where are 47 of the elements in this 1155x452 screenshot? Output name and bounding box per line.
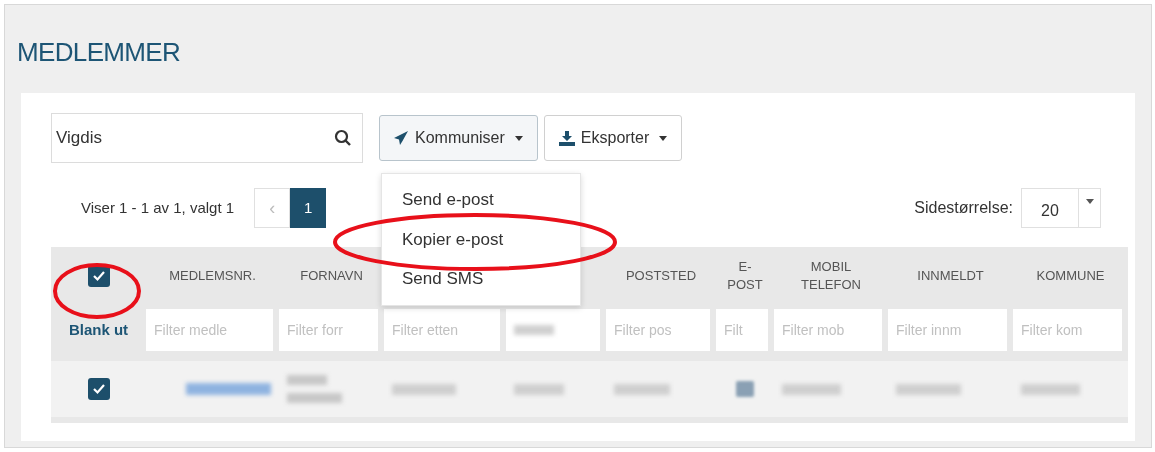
- search-value: Vigdis: [56, 127, 102, 150]
- filter-field[interactable]: Filter innm: [888, 309, 1007, 351]
- checkbox[interactable]: [87, 378, 110, 400]
- page-size-select[interactable]: 20: [1021, 188, 1101, 228]
- redacted-text: [614, 383, 671, 395]
- filter-field[interactable]: Filter kom: [1013, 309, 1122, 351]
- page-title: MEDLEMMER: [17, 36, 182, 69]
- redacted-text: [287, 375, 342, 403]
- column-header[interactable]: MOBIL TELEFON: [780, 258, 882, 294]
- dropdown-button[interactable]: Kommuniser: [379, 115, 538, 161]
- caret-icon: [659, 135, 668, 141]
- search-field[interactable]: Vigdis: [51, 113, 363, 163]
- column-header[interactable]: POSTSTED: [625, 267, 697, 285]
- filter-field[interactable]: Filter pos: [606, 309, 710, 351]
- paper-plane-icon: [394, 131, 409, 145]
- redacted-text: [514, 383, 565, 395]
- clear-filters-link[interactable]: Blank ut: [51, 318, 146, 342]
- page-button[interactable]: 1: [290, 188, 327, 228]
- check-icon: [91, 270, 106, 282]
- page-size-label: Sidestørrelse:: [914, 198, 1013, 218]
- filter-field[interactable]: Filter etten: [384, 309, 500, 351]
- filter-field[interactable]: Filter forr: [279, 309, 378, 351]
- search-icon: [334, 129, 352, 147]
- redacted-text: [1021, 383, 1081, 395]
- column-header[interactable]: INNMELDT: [917, 267, 984, 285]
- caret-icon: [1085, 199, 1094, 204]
- menu-item[interactable]: Send e-post: [382, 180, 580, 220]
- column-header[interactable]: MEDLEMSNR.: [169, 267, 256, 285]
- filter-field[interactable]: [506, 309, 600, 351]
- check-icon: [91, 383, 106, 395]
- redacted-link[interactable]: [186, 383, 271, 395]
- redacted-text: [896, 383, 962, 395]
- dropdown-button[interactable]: Eksporter: [543, 115, 683, 161]
- paging-summary: Viser 1 - 1 av 1, valgt 1: [81, 197, 235, 218]
- filter-field[interactable]: Filter medle: [146, 309, 273, 351]
- filter-field[interactable]: Filter mob: [774, 309, 882, 351]
- download-icon: [558, 130, 575, 146]
- mail-icon: [736, 381, 754, 397]
- caret-icon: [514, 135, 523, 141]
- menu-item[interactable]: Send SMS: [382, 259, 580, 299]
- redacted-text: [392, 383, 456, 395]
- redacted-text: [514, 325, 554, 335]
- redacted-text: [782, 383, 841, 395]
- column-header[interactable]: E-POST: [722, 258, 768, 294]
- column-header[interactable]: KOMMUNE: [1036, 267, 1105, 285]
- column-header[interactable]: FORNAVN: [300, 267, 363, 285]
- filter-field[interactable]: Filt: [716, 309, 768, 351]
